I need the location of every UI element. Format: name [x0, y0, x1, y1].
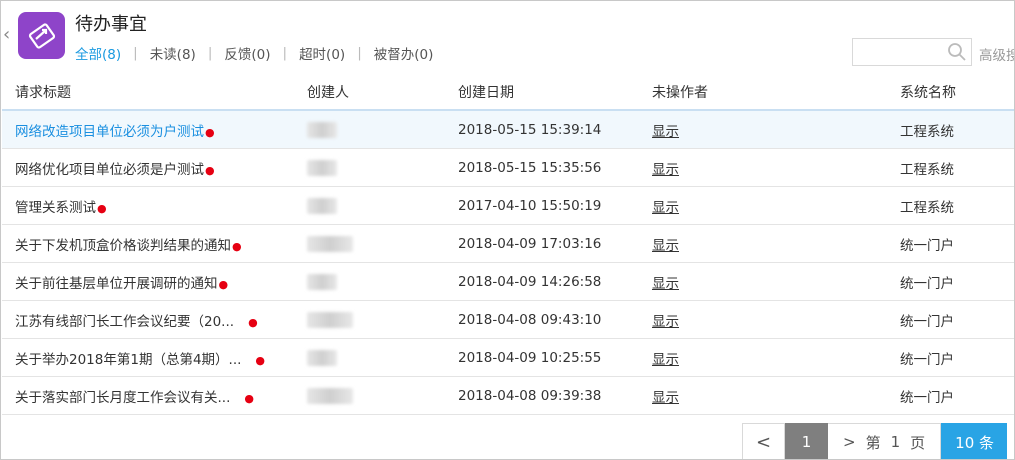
table-row[interactable]: 关于落实部门长月度工作会议有关... ● 2018-04-08 09:39:38 …: [2, 377, 1014, 415]
unread-dot-icon: ●: [218, 277, 229, 291]
page-jump: > 第 1 页: [828, 423, 942, 459]
tab-supervised[interactable]: 被督办(0): [374, 43, 434, 63]
search-icon[interactable]: [947, 42, 967, 62]
unread-dot-icon: ●: [248, 315, 258, 329]
page-size-select[interactable]: 10 条: [941, 423, 1008, 459]
app-refresh-icon: [18, 12, 65, 59]
create-date: 2018-04-08 09:39:38: [458, 387, 602, 404]
unread-dot-icon: ●: [255, 353, 266, 367]
show-operator-link[interactable]: 显示: [652, 348, 679, 368]
system-name: 统一门户: [900, 237, 954, 254]
show-operator-link[interactable]: 显示: [652, 386, 679, 406]
column-header-pending-operator[interactable]: 未操作者: [652, 82, 708, 102]
current-page-button[interactable]: 1: [785, 423, 828, 459]
create-date: 2018-05-15 15:35:56: [458, 159, 602, 176]
create-date: 2018-04-09 17:03:16: [458, 235, 602, 252]
table-row[interactable]: 江苏有线部门长工作会议纪要（20... ● 2018-04-08 09:43:10…: [2, 301, 1014, 339]
table-header: 请求标题 创建人 创建日期 未操作者 系统名称: [2, 74, 1014, 111]
show-operator-link[interactable]: 显示: [652, 196, 679, 216]
creator-avatar: [307, 235, 353, 252]
next-page-button[interactable]: >: [843, 433, 856, 451]
request-title-link[interactable]: 江苏有线部门长工作会议纪要（20... ●: [15, 310, 258, 330]
request-title-link[interactable]: 管理关系测试●: [15, 196, 107, 216]
page-number-input[interactable]: 1: [891, 433, 901, 451]
advanced-search-link[interactable]: 高级搜: [979, 44, 1014, 64]
create-date: 2017-04-10 15:50:19: [458, 197, 602, 214]
create-date: 2018-04-08 09:43:10: [458, 311, 602, 328]
system-name: 统一门户: [900, 351, 954, 368]
unread-dot-icon: ●: [232, 239, 242, 253]
tab-overdue[interactable]: 超时(0): [299, 43, 345, 63]
filter-tabs: 全部(8) | 未读(8) | 反馈(0) | 超时(0) | 被督办(0): [75, 43, 433, 63]
request-title-link[interactable]: 关于前往基层单位开展调研的通知●: [15, 272, 228, 292]
creator-avatar: [307, 387, 353, 404]
column-header-title[interactable]: 请求标题: [15, 82, 71, 102]
creator-avatar: [307, 349, 337, 366]
page-suffix-label: 页: [910, 433, 926, 452]
system-name: 统一门户: [900, 275, 954, 292]
unread-dot-icon: ●: [205, 125, 215, 139]
tab-divider: |: [357, 45, 362, 61]
creator-avatar: [307, 121, 337, 138]
tab-unread[interactable]: 未读(8): [150, 43, 196, 63]
todo-table: 请求标题 创建人 创建日期 未操作者 系统名称 网络改造项目单位必须为户测试● …: [2, 74, 1014, 415]
creator-avatar: [307, 311, 353, 328]
system-name: 工程系统: [900, 161, 954, 178]
tab-divider: |: [133, 45, 138, 61]
create-date: 2018-04-09 10:25:55: [458, 349, 602, 366]
tab-divider: |: [282, 45, 288, 61]
table-row[interactable]: 关于举办2018年第1期（总第4期）... ● 2018-04-09 10:25:…: [2, 339, 1014, 377]
unread-dot-icon: ●: [97, 201, 107, 215]
request-title-link[interactable]: 网络改造项目单位必须为户测试●: [15, 120, 215, 140]
system-name: 统一门户: [900, 313, 954, 330]
todo-window: ‹ 待办事宜 全部(8) | 未读(8) | 反馈(0) | 超时(0) | 被…: [0, 0, 1015, 460]
prev-page-button[interactable]: <: [742, 423, 785, 459]
system-name: 工程系统: [900, 123, 954, 140]
column-header-system[interactable]: 系统名称: [900, 82, 956, 102]
system-name: 统一门户: [900, 389, 954, 406]
back-arrow-icon[interactable]: ‹: [3, 25, 13, 45]
show-operator-link[interactable]: 显示: [652, 120, 679, 140]
table-row[interactable]: 管理关系测试● 2017-04-10 15:50:19 显示 工程系统: [2, 187, 1014, 225]
table-row[interactable]: 网络优化项目单位必须是户测试● 2018-05-15 15:35:56 显示 工…: [2, 149, 1014, 187]
creator-avatar: [307, 273, 337, 290]
request-title-link[interactable]: 关于落实部门长月度工作会议有关... ●: [15, 386, 254, 406]
system-name: 工程系统: [900, 199, 954, 216]
unread-dot-icon: ●: [244, 391, 254, 405]
table-row[interactable]: 关于前往基层单位开展调研的通知● 2018-04-09 14:26:58 显示 …: [2, 263, 1014, 301]
tab-divider: |: [207, 45, 213, 61]
unread-dot-icon: ●: [205, 163, 215, 177]
show-operator-link[interactable]: 显示: [652, 310, 679, 330]
show-operator-link[interactable]: 显示: [652, 158, 679, 178]
request-title-link[interactable]: 关于下发机顶盒价格谈判结果的通知●: [15, 234, 242, 254]
tab-feedback[interactable]: 反馈(0): [224, 43, 270, 63]
show-operator-link[interactable]: 显示: [652, 272, 679, 292]
pagination: < 1 > 第 1 页 10 条: [742, 423, 1008, 459]
table-row[interactable]: 网络改造项目单位必须为户测试● 2018-05-15 15:39:14 显示 工…: [2, 111, 1014, 149]
creator-avatar: [307, 159, 337, 176]
tab-all[interactable]: 全部(8): [75, 43, 121, 63]
request-title-link[interactable]: 关于举办2018年第1期（总第4期）... ●: [15, 348, 265, 368]
column-header-date[interactable]: 创建日期: [458, 82, 514, 102]
request-title-link[interactable]: 网络优化项目单位必须是户测试●: [15, 158, 215, 178]
table-row[interactable]: 关于下发机顶盒价格谈判结果的通知● 2018-04-09 17:03:16 显示…: [2, 225, 1014, 263]
show-operator-link[interactable]: 显示: [652, 234, 679, 254]
create-date: 2018-05-15 15:39:14: [458, 121, 602, 138]
create-date: 2018-04-09 14:26:58: [458, 273, 602, 290]
creator-avatar: [307, 197, 337, 214]
page-prefix-label: 第: [865, 433, 881, 452]
column-header-creator[interactable]: 创建人: [307, 82, 349, 102]
page-title: 待办事宜: [75, 14, 147, 35]
